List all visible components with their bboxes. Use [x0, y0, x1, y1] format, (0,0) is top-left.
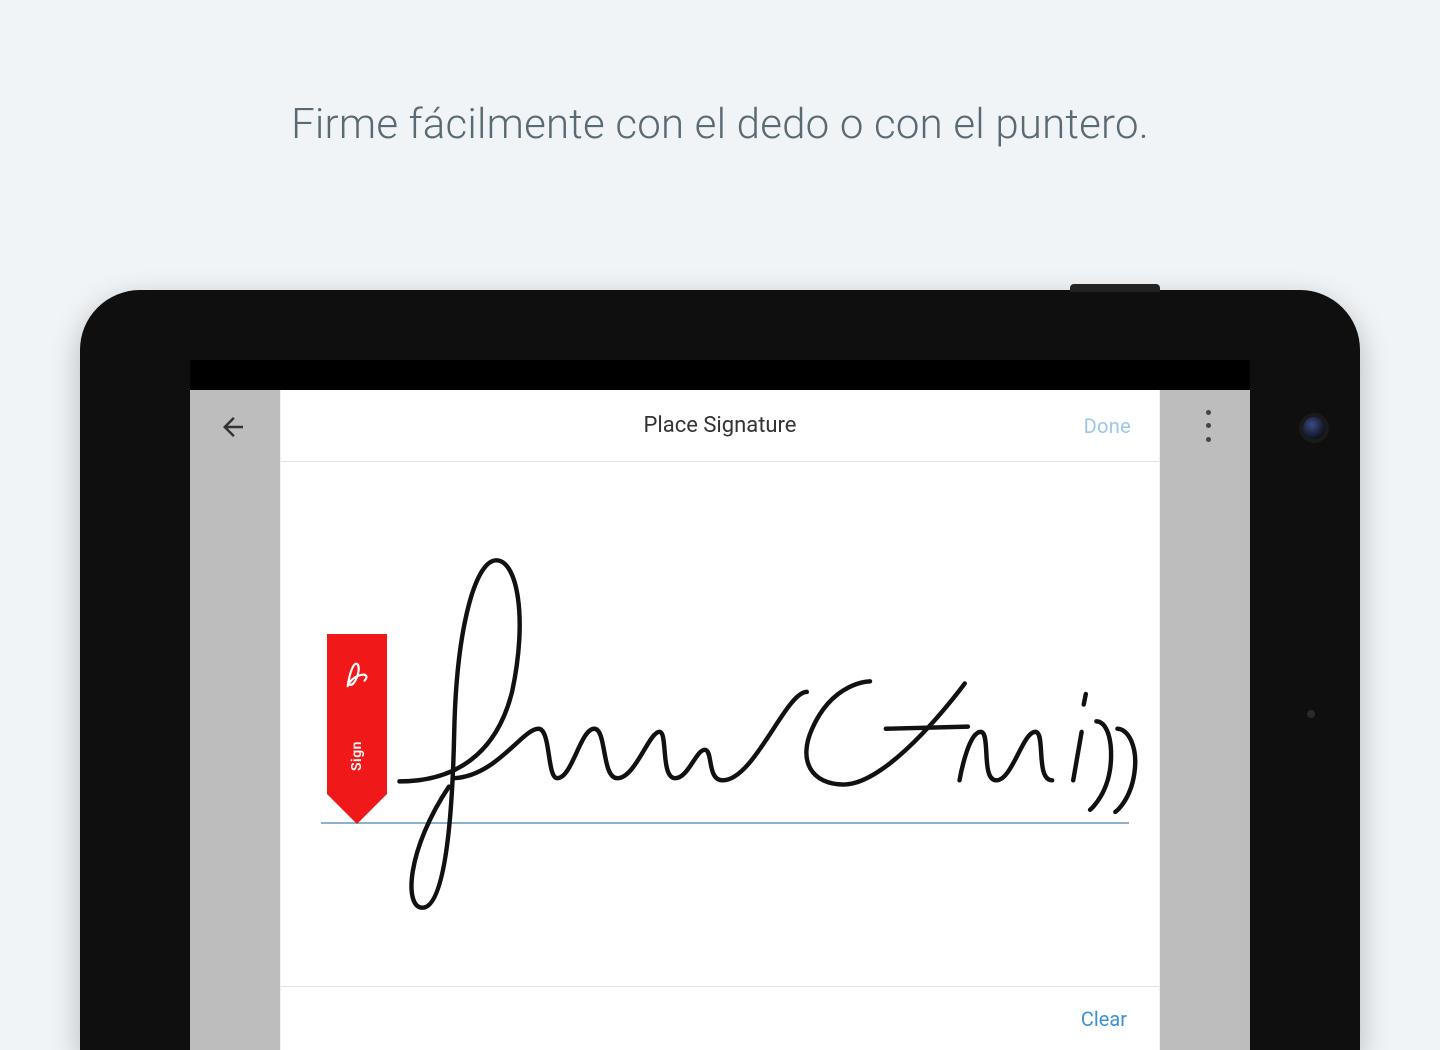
modal-title: Place Signature — [644, 413, 797, 438]
device-screen: Place Signature Done S — [190, 360, 1250, 1050]
device-power-button — [1070, 284, 1160, 292]
arrow-left-icon — [218, 412, 248, 442]
sign-flag-label: Sign — [349, 741, 365, 771]
device-front-camera — [1303, 417, 1325, 439]
done-button[interactable]: Done — [1084, 414, 1131, 438]
modal-header: Place Signature Done — [281, 390, 1159, 462]
dots-vertical-icon — [1206, 410, 1211, 415]
sign-here-flag: Sign — [327, 634, 387, 824]
signature-canvas[interactable]: Sign — [281, 462, 1159, 986]
back-button[interactable] — [218, 412, 248, 442]
tablet-frame: Place Signature Done S — [80, 290, 1360, 1050]
handwritten-signature — [391, 542, 1149, 926]
background-app-left — [190, 390, 280, 1050]
place-signature-modal: Place Signature Done S — [280, 390, 1160, 1050]
app-surface: Place Signature Done S — [190, 390, 1250, 1050]
canvas-footer: Clear — [281, 986, 1159, 1050]
promo-headline: Firme fácilmente con el dedo o con el pu… — [0, 100, 1440, 149]
clear-button[interactable]: Clear — [1081, 1007, 1127, 1031]
device-microphone — [1307, 710, 1315, 718]
adobe-sign-icon — [342, 660, 372, 690]
overflow-menu-button[interactable] — [1196, 406, 1220, 446]
background-app-right — [1160, 390, 1250, 1050]
